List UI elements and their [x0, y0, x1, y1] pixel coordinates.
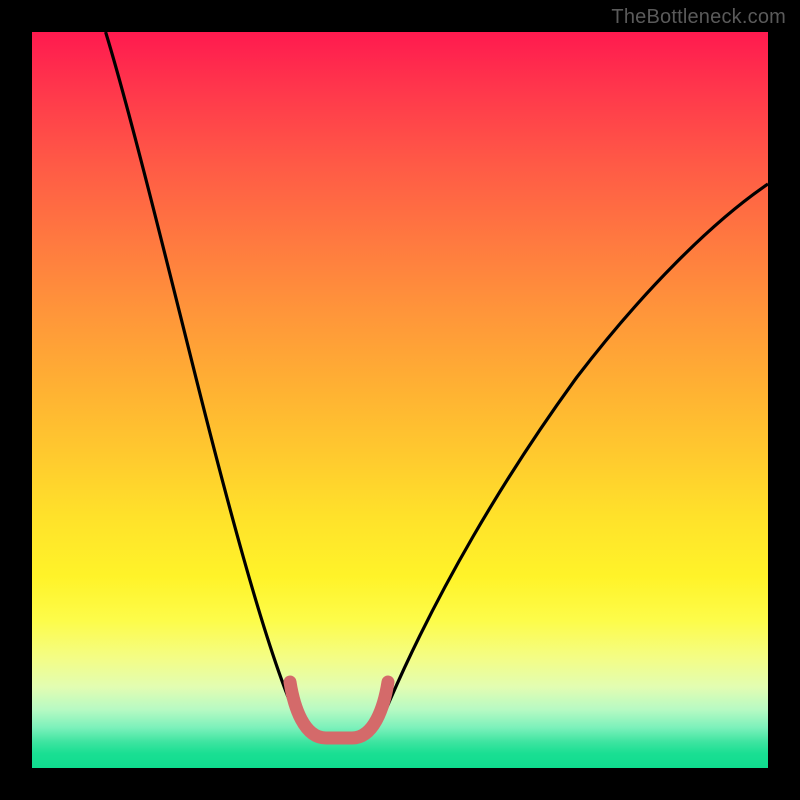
- bottleneck-curve: [106, 32, 768, 742]
- chart-frame: TheBottleneck.com: [0, 0, 800, 800]
- chart-plot-area: [32, 32, 768, 768]
- min-marker: [290, 682, 388, 738]
- watermark-text: TheBottleneck.com: [611, 6, 786, 29]
- chart-svg: [32, 32, 768, 768]
